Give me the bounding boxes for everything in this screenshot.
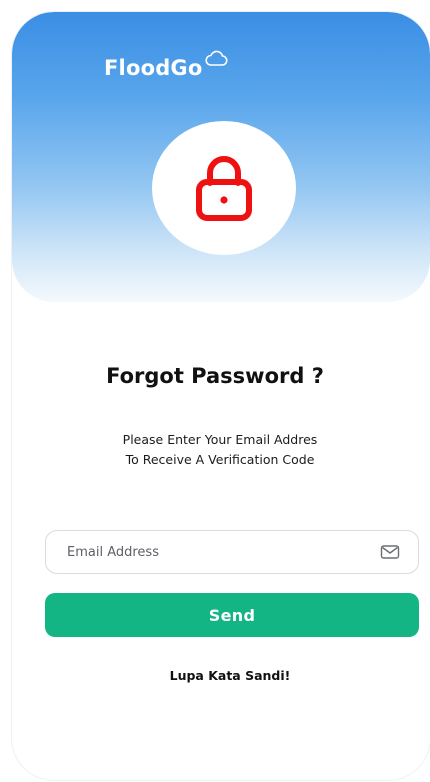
mail-icon [380,545,400,559]
email-input[interactable] [46,530,380,574]
send-button[interactable]: Send [45,593,419,637]
subtitle-line-2: To Receive A Verification Code [125,452,315,467]
page-subtitle: Please Enter Your Email Addres To Receiv… [0,430,430,470]
brand-name: FloodGo [104,56,203,80]
subtitle-line-1: Please Enter Your Email Addres [122,432,318,447]
page-title: Forgot Password ? [106,364,324,388]
header-banner: FloodGo [12,12,430,302]
brand-logo: FloodGo [104,50,228,80]
screen: FloodGo [12,12,430,780]
lupa-kata-sandi-link[interactable]: Lupa Kata Sandi! [0,668,430,683]
cloud-icon [204,50,228,66]
lock-badge [152,121,296,255]
email-field[interactable] [45,530,419,574]
lock-icon [196,156,252,221]
